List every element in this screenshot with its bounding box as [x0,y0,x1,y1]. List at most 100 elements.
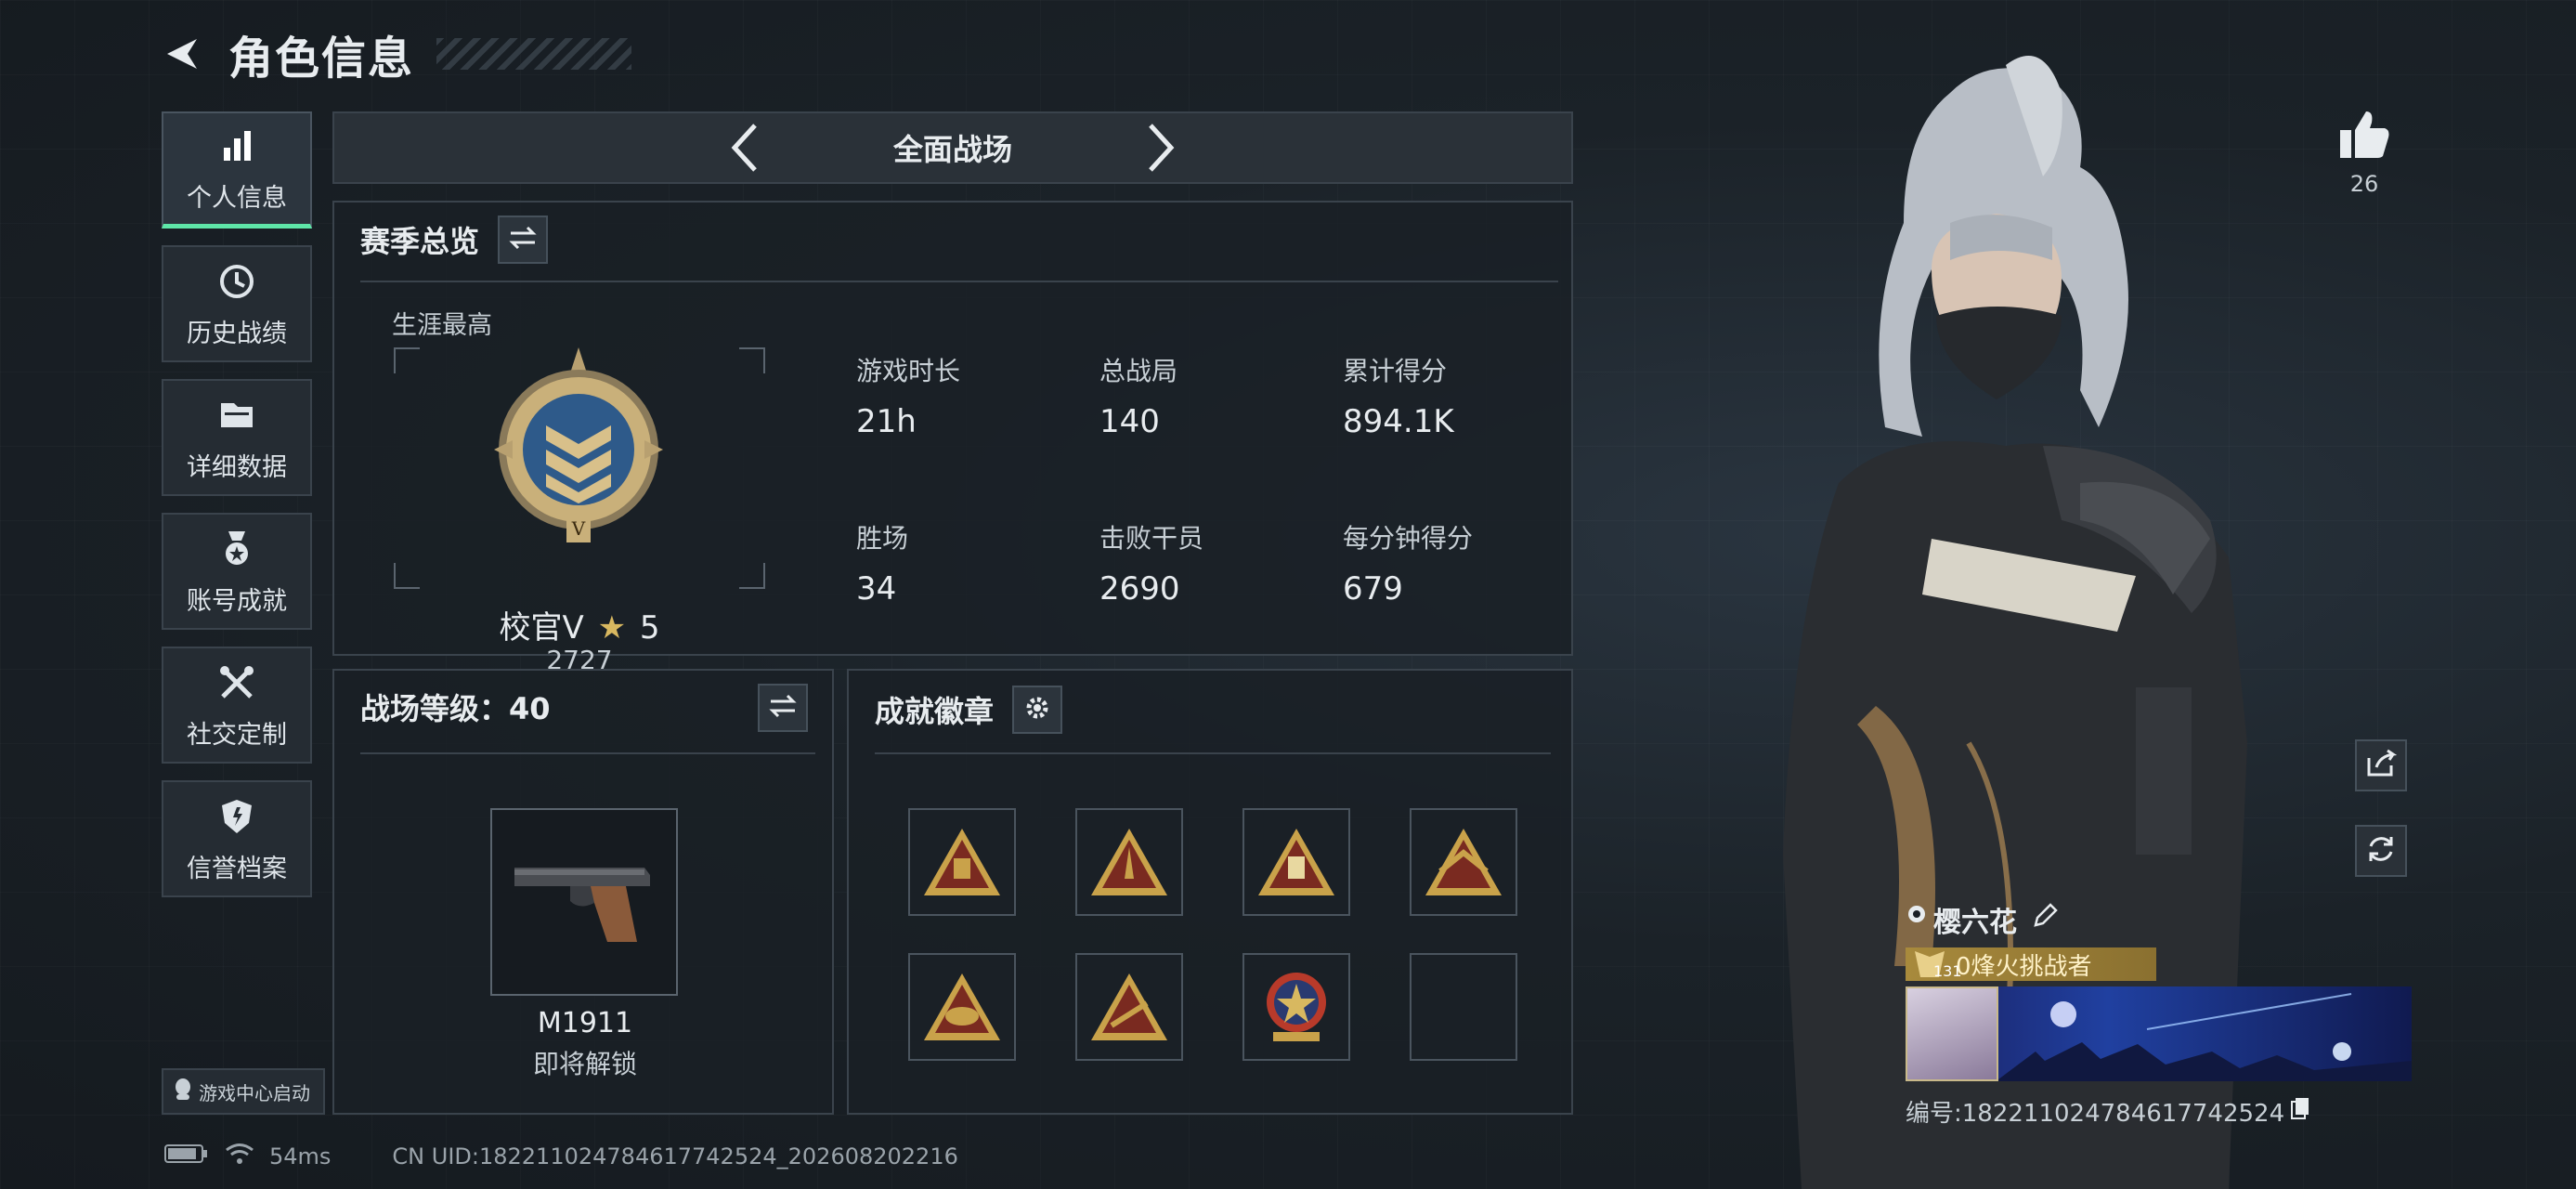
tencent-icon [173,1078,193,1106]
achv-title: 成就徽章 [875,694,995,729]
profile-banner[interactable] [1906,986,2412,1081]
stat-value: 894.1K [1343,403,1454,440]
player-title-badge: 131 0烽火挑战者 [1906,947,2156,981]
status-footer: 54ms CN UID:18221102478461774252​4_20260… [163,1138,958,1175]
refresh-button[interactable] [2355,825,2407,877]
player-title: 0烽火挑战者 [1956,952,2092,981]
stat-value: 34 [856,570,897,608]
stat-score-per-minute: 每分钟得分 679 [1343,518,1473,608]
player-name: 樱六花 [1933,907,2017,939]
level-header: 战场等级：40 [360,686,551,728]
side-nav: 个人信息 历史战绩 详细数据 账号成就 社交定制 信誉档案 [162,111,312,914]
bar-chart-icon [215,124,259,168]
pistol-icon [505,849,663,955]
nav-item-detail-data[interactable]: 详细数据 [162,379,312,496]
copy-icon[interactable] [2290,1096,2310,1127]
medal-slot[interactable] [1075,808,1183,916]
ping-value: 54ms [269,1143,332,1169]
back-arrow-icon[interactable] [158,30,206,78]
swap-icon [769,694,797,722]
mode-prev-arrow-icon[interactable] [726,120,763,176]
shield-icon [215,794,259,839]
player-name-row: 樱六花 [1906,899,2416,940]
like-button[interactable]: 26 [2335,110,2394,197]
stat-play-time: 游戏时长 21h [856,351,960,440]
nav-label: 个人信息 [187,184,287,213]
player-id-row: 编号:18221102478461774252​4 [1906,1094,2416,1129]
tools-icon [215,660,259,705]
page-title: 角色信息 [228,33,415,85]
stat-label: 击败干员 [1099,523,1204,554]
career-best-label: 生涯最高 [392,311,492,340]
gear-icon [1023,694,1051,725]
season-switch-button[interactable] [498,216,549,264]
season-overview-panel: 赛季总览 生涯最高 V 校官V ★ 5 2727 游戏时长 21h 总战局 14… [332,201,1573,675]
share-button[interactable] [2355,739,2407,791]
level-badge-value: 131 [1933,962,1962,980]
level-title: 战场等级：40 [360,691,551,726]
achv-divider [875,752,1551,754]
weapon-slot[interactable] [490,808,678,996]
stat-value: 2690 [1099,570,1180,608]
nav-label: 信誉档案 [187,854,287,883]
svg-text:V: V [571,517,586,540]
level-switch-button[interactable] [758,684,808,732]
stat-label: 游戏时长 [856,356,961,386]
achievement-badges-panel: 成就徽章 [847,669,1573,1115]
rank-stars: 5 [639,609,660,647]
stat-total-matches: 总战局 140 [1099,351,1177,440]
medal-slot[interactable] [1242,808,1350,916]
edit-icon[interactable] [2032,903,2058,936]
nav-item-social[interactable]: 社交定制 [162,647,312,764]
mode-selector: 全面战场 [332,111,1573,184]
nav-item-personal-info[interactable]: 个人信息 [162,111,312,229]
achv-header: 成就徽章 [875,686,1063,734]
thumbs-up-icon [2338,111,2390,163]
medal-slot[interactable] [908,808,1016,916]
battery-icon [163,1143,208,1170]
share-icon [2365,749,2398,782]
nav-item-achievements[interactable]: 账号成就 [162,513,312,630]
medal-icon [215,527,259,571]
title-decoration [436,38,632,70]
star-icon: ★ [597,609,627,647]
medal-slot[interactable] [1075,953,1183,1061]
game-center-launch-button[interactable]: 游戏中心启动 [162,1068,325,1115]
empty-medal-slot[interactable] [1410,953,1517,1061]
stat-value: 679 [1343,570,1403,608]
nav-label: 账号成就 [187,586,287,616]
mode-title: 全面战场 [892,132,1012,167]
swap-icon [509,226,537,254]
nav-item-credit[interactable]: 信誉档案 [162,780,312,897]
level-divider [360,752,815,754]
wifi-icon [225,1142,254,1171]
level-badge-icon: 131 [1911,949,1962,980]
like-count: 26 [2349,171,2379,197]
location-icon [1906,903,1928,936]
season-header: 赛季总览 [360,216,549,264]
rank-name: 校官V [499,609,584,647]
nav-label: 详细数据 [187,452,287,482]
stat-label: 胜场 [856,523,909,554]
stat-label: 总战局 [1099,356,1178,386]
medal-slot[interactable] [908,953,1016,1061]
stat-label: 累计得分 [1343,356,1448,386]
achv-settings-button[interactable] [1012,686,1063,734]
rank-display: V [394,347,765,589]
folder-icon [215,393,259,438]
header: 角色信息 [158,26,632,85]
medal-slot[interactable] [1242,953,1350,1061]
stat-value: 21h [856,403,917,440]
stat-wins: 胜场 34 [856,518,908,608]
season-title: 赛季总览 [360,224,480,259]
medal-slot[interactable] [1410,808,1517,916]
nav-label: 历史战绩 [187,319,287,348]
nav-item-history[interactable]: 历史战绩 [162,245,312,362]
mode-next-arrow-icon[interactable] [1142,120,1179,176]
stat-total-score: 累计得分 894.1K [1343,351,1454,440]
player-card: 樱六花 131 0烽火挑战者 编号:18221102478461774252​4 [1906,899,2416,1129]
player-id: 编号:18221102478461774252​4 [1906,1100,2285,1128]
season-divider [360,281,1558,282]
refresh-icon [2365,833,2397,869]
battlefield-level-panel: 战场等级：40 M1911 即将解锁 [332,669,834,1115]
